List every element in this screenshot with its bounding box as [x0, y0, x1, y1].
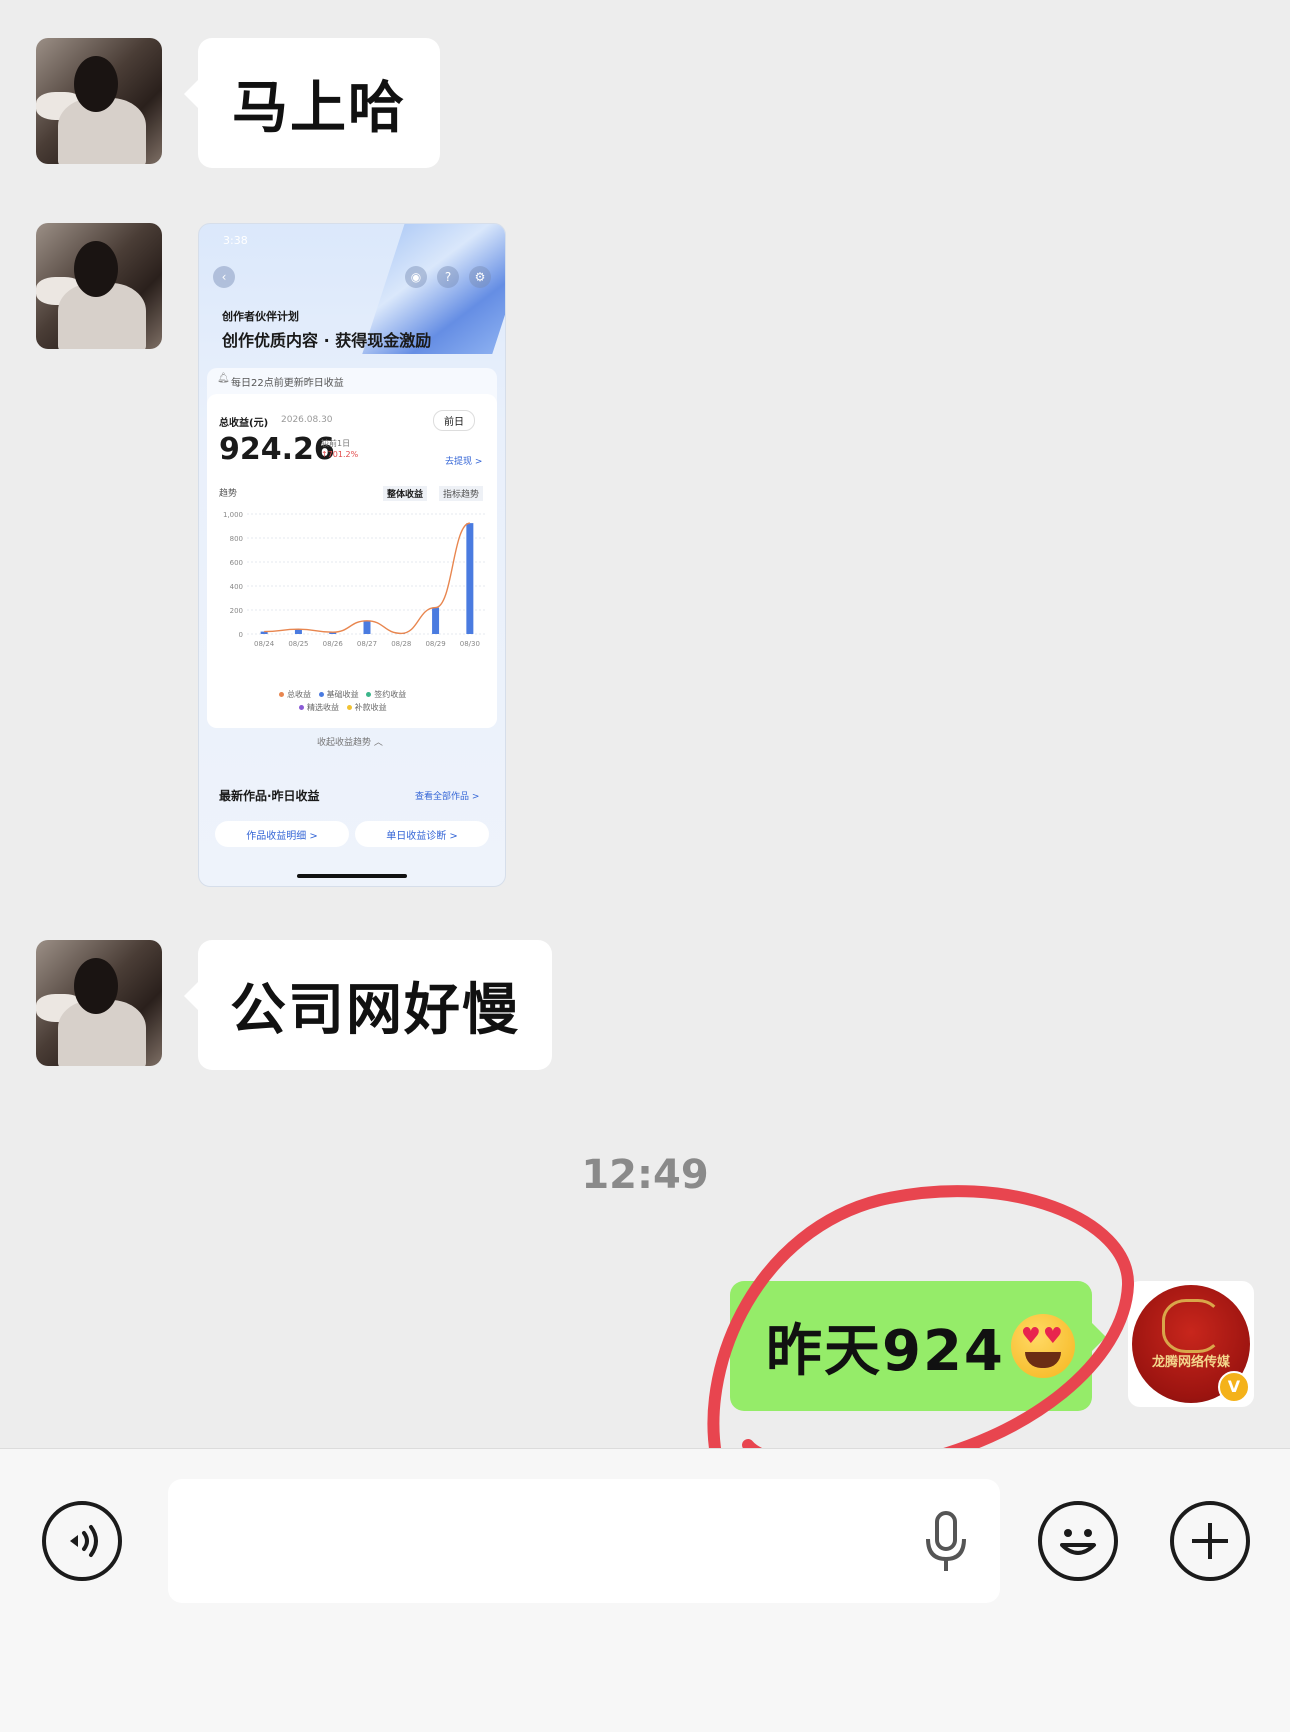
legend-entry: 签约收益: [374, 690, 407, 699]
legend-row: 总收益 基础收益 签约收益: [279, 688, 406, 701]
legend-entry: 基础收益: [326, 690, 359, 699]
chart-bar: [466, 523, 474, 634]
x-tick-label: 08/26: [323, 640, 344, 648]
image-message[interactable]: 3:38 ‹ ◉ ? ⚙ 创作者伙伴计划 创作优质内容 · 获得现金激励 每日2…: [198, 223, 506, 887]
x-tick-label: 08/30: [460, 640, 480, 648]
status-time: 3:38: [223, 234, 248, 247]
period-select[interactable]: 前日: [433, 410, 475, 431]
legend-dot: [299, 705, 304, 710]
compare-value: ↑701.2%: [321, 450, 359, 459]
verified-badge: V: [1218, 1371, 1250, 1403]
legend-dot: [318, 692, 324, 697]
message-text: 昨天924: [766, 1318, 1005, 1384]
help-icon[interactable]: ?: [437, 266, 459, 288]
y-tick-label: 400: [230, 583, 243, 591]
microphone-icon[interactable]: [918, 1511, 974, 1575]
program-label: 创作者伙伴计划: [222, 310, 299, 323]
y-tick-label: 800: [230, 535, 243, 543]
legend-row: 精选收益 补款收益: [279, 701, 406, 714]
legend-entry: 补款收益: [354, 703, 387, 712]
logo-caption: 龙腾网络传媒: [1151, 1355, 1230, 1370]
input-bar: [0, 1448, 1290, 1732]
compare-label: 较前1日: [321, 439, 351, 448]
chart-bar: [363, 620, 371, 634]
x-tick-label: 08/28: [391, 640, 411, 648]
trend-label: 趋势: [219, 489, 238, 499]
avatar-head-shape: [74, 56, 118, 112]
plus-icon[interactable]: [1170, 1501, 1250, 1581]
slogan: 创作优质内容 · 获得现金激励: [222, 331, 432, 350]
avatar-head-shape: [74, 241, 118, 297]
voice-mode-icon[interactable]: [42, 1501, 122, 1581]
message-text: 马上哈: [232, 75, 406, 141]
contact-avatar[interactable]: [36, 940, 162, 1066]
home-indicator: [297, 874, 407, 878]
total-amount: 924.26: [219, 432, 335, 467]
notice-text: 每日22点前更新昨日收益: [231, 378, 344, 389]
earnings-chart: 1,000 800 600 400 200 0 08/24 08/25 08/26 08/27 08…: [223, 511, 487, 648]
x-tick-label: 08/27: [357, 640, 377, 648]
camera-icon[interactable]: ◉: [405, 266, 427, 288]
emoji-icon[interactable]: [1038, 1501, 1118, 1581]
heart-eyes-emoji-icon: ♥ ♥: [1010, 1314, 1075, 1378]
date-label: 2026.08.30: [281, 415, 333, 425]
tab-overall[interactable]: 整体收益: [383, 486, 428, 501]
back-icon[interactable]: ‹: [213, 266, 235, 288]
x-tick-label: 08/24: [254, 640, 275, 648]
message-input[interactable]: [168, 1479, 1000, 1603]
legend-entry: 精选收益: [307, 703, 339, 712]
y-tick-label: 200: [230, 607, 243, 615]
legend-entry: 总收益: [287, 690, 311, 699]
message-bubble[interactable]: 马上哈: [184, 38, 440, 168]
y-tick-label: 1,000: [223, 511, 243, 519]
legend-dot: [366, 692, 372, 697]
total-label: 总收益(元): [219, 418, 269, 429]
daily-diagnosis-button[interactable]: 单日收益诊断 >: [355, 821, 489, 847]
message-bubble[interactable]: 公司网好慢: [184, 940, 552, 1070]
y-tick-label: 0: [239, 631, 243, 639]
withdraw-link[interactable]: 去提现 >: [445, 454, 482, 467]
x-tick-label: 08/25: [288, 640, 308, 648]
sent-message-bubble[interactable]: 昨天924 ♥ ♥: [730, 1281, 1106, 1411]
contact-avatar[interactable]: [36, 38, 162, 164]
chart-legend: 总收益 基础收益 签约收益 精选收益 补款收益: [279, 688, 406, 714]
dragon-icon: [1162, 1299, 1222, 1353]
message-text: 公司网好慢: [230, 977, 520, 1043]
earnings-card: 每日22点前更新昨日收益 🔔︎ 总收益(元) 2026.08.30 前日 924…: [207, 368, 497, 728]
y-tick-label: 600: [230, 559, 243, 567]
contact-avatar[interactable]: [36, 223, 162, 349]
view-all-link[interactable]: 查看全部作品 >: [415, 789, 479, 802]
works-detail-button[interactable]: 作品收益明细 >: [215, 821, 349, 847]
tab-metric-trend[interactable]: 指标趋势: [439, 486, 484, 501]
latest-works-title: 最新作品·昨日收益: [219, 789, 320, 803]
avatar-head-shape: [74, 958, 118, 1014]
settings-icon[interactable]: ⚙: [469, 266, 491, 288]
my-avatar[interactable]: 龙腾网络传媒 V: [1128, 1281, 1254, 1407]
x-tick-label: 08/29: [425, 640, 445, 648]
legend-dot: [279, 692, 284, 697]
timestamp: 12:49: [581, 1152, 709, 1198]
legend-dot: [346, 705, 352, 710]
chart-bar: [432, 607, 440, 634]
bell-icon: 🔔︎: [217, 373, 230, 384]
collapse-trend-link[interactable]: 收起收益趋势 ︿: [317, 735, 383, 748]
